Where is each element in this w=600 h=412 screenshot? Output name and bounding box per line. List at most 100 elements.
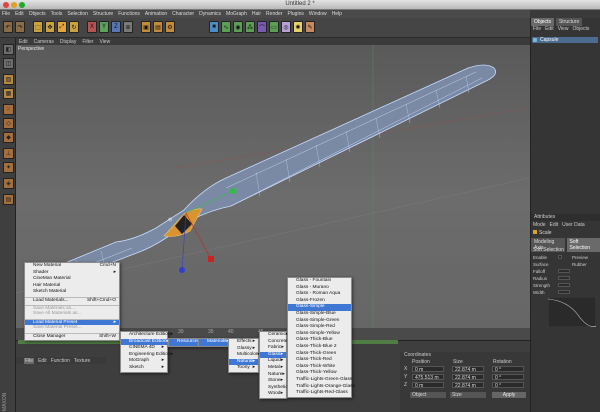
redo-icon[interactable]: ↷	[15, 21, 25, 33]
menu-item[interactable]: Sketch Material	[25, 289, 119, 296]
viewport-menu-edit[interactable]: Edit	[19, 39, 28, 45]
menu-item[interactable]: Load Materials... Shift+Cmd+O	[25, 296, 119, 304]
menu-item[interactable]: MoGraph ▸	[121, 358, 167, 365]
menu-item[interactable]: Ceramic▸	[260, 332, 288, 339]
edges-mode-icon[interactable]: ◇	[3, 118, 14, 129]
model-mode-icon[interactable]: ◫	[3, 58, 14, 69]
menu-item[interactable]: Architecture Edition ▸	[121, 332, 173, 339]
menu-item[interactable]: Fabric ▸	[260, 345, 286, 352]
menu-objects[interactable]: Objects	[29, 11, 46, 17]
menu-item[interactable]: Materials▸	[199, 339, 229, 346]
falloff-dropdown[interactable]	[558, 269, 570, 273]
menu-item[interactable]: Glass - Fountain	[288, 278, 351, 285]
menu-item[interactable]: Glass-Simple-Blue	[288, 311, 351, 318]
render-view-icon[interactable]: ▣	[141, 21, 151, 33]
menu-item[interactable]: Liquid ▸	[260, 358, 286, 365]
menu-item[interactable]: Traffic-Lights-Green-Glass	[288, 377, 352, 384]
capsule-object[interactable]	[29, 64, 497, 293]
menu-item[interactable]: Glass-Thick-Blue 2	[288, 344, 351, 351]
viewport-menu-display[interactable]: Display	[60, 39, 76, 45]
om-menu-edit[interactable]: Edit	[545, 26, 554, 32]
polygons-mode-icon[interactable]: ◆	[3, 132, 14, 143]
menu-item[interactable]: Close Manager Shift+W	[25, 332, 119, 340]
strength-field[interactable]	[558, 283, 570, 287]
array-icon[interactable]: ⁂	[245, 21, 255, 33]
attr-menu-edit[interactable]: Edit	[550, 222, 559, 228]
menu-item[interactable]: CINEMA 4D ▸	[121, 345, 167, 352]
move-icon[interactable]: ✥	[45, 21, 55, 33]
menu-item[interactable]: CineMan Material	[25, 276, 119, 283]
axis-mode-icon[interactable]: ⊥	[3, 148, 14, 159]
menu-structure[interactable]: Structure	[93, 11, 113, 17]
live-selection-icon[interactable]: ⬚	[33, 21, 43, 33]
menu-functions[interactable]: Functions	[118, 11, 140, 17]
menu-item[interactable]: Resources▸	[169, 339, 202, 346]
menu-item[interactable]: Sketch ▸	[121, 365, 167, 372]
menu-item[interactable]: Wood ▸	[260, 391, 286, 398]
coord-rot-field[interactable]: 0 °	[492, 374, 524, 381]
tab-soft-selection[interactable]: Soft Selection	[566, 238, 600, 252]
mm-menu-edit[interactable]: Edit	[38, 358, 47, 364]
deformer-icon[interactable]: ⌒	[257, 21, 267, 33]
z-axis-icon[interactable]: Z	[111, 21, 121, 33]
coordinate-system-icon[interactable]: ⊕	[123, 21, 133, 33]
menu-item[interactable]: Glass - Roman Aqua	[288, 291, 351, 298]
make-editable-icon[interactable]: ◧	[3, 44, 14, 55]
render-picture-viewer-icon[interactable]: ▤	[153, 21, 163, 33]
menu-hair[interactable]: Hair	[252, 11, 261, 17]
radius-field[interactable]	[558, 276, 570, 280]
camera-icon[interactable]: ◎	[281, 21, 291, 33]
viewport-menu-view[interactable]: View	[99, 39, 110, 45]
lock-workplane-icon[interactable]: ▤	[3, 194, 14, 205]
om-menu-objects[interactable]: Objects	[572, 26, 589, 32]
menu-tools[interactable]: Tools	[51, 11, 63, 17]
coord-pos-field[interactable]: 0 m	[412, 382, 444, 389]
attr-menu-user-data[interactable]: User Data	[562, 222, 585, 228]
nurbs-icon[interactable]: ◉	[233, 21, 243, 33]
menu-item[interactable]: Traffic-Lights-Red-Glass	[288, 390, 351, 397]
tweak-mode-icon[interactable]: ✦	[3, 162, 14, 173]
menu-dynamics[interactable]: Dynamics	[199, 11, 221, 17]
coord-rot-field[interactable]: 0 °	[492, 366, 524, 373]
menu-item[interactable]: Glass-Simple	[288, 304, 351, 311]
om-menu-view[interactable]: View	[558, 26, 569, 32]
workplane-icon[interactable]: ▦	[3, 88, 14, 99]
texture-mode-icon[interactable]: ▧	[3, 74, 14, 85]
menu-file[interactable]: File	[2, 11, 10, 17]
mm-menu-file[interactable]: File	[24, 357, 35, 364]
rotate-icon[interactable]: ↻	[69, 21, 79, 33]
coord-pos-field[interactable]: 0 m	[412, 366, 444, 373]
mm-menu-texture[interactable]: Texture	[74, 358, 90, 364]
spline-icon[interactable]: ∿	[221, 21, 231, 33]
coord-size-dropdown[interactable]: Size	[450, 392, 486, 398]
menu-item[interactable]: Effects ▸	[229, 339, 258, 346]
tab-structure[interactable]: Structure	[555, 18, 583, 26]
menu-selection[interactable]: Selection	[67, 11, 88, 17]
falloff-graph[interactable]	[548, 297, 596, 327]
menu-item[interactable]: Glass-Thick-Yellow	[288, 370, 351, 377]
menu-animation[interactable]: Animation	[145, 11, 167, 17]
menu-help[interactable]: Help	[332, 11, 342, 17]
light-icon[interactable]: ✺	[293, 21, 303, 33]
menu-character[interactable]: Character	[172, 11, 194, 17]
snap-icon[interactable]: ◈	[3, 178, 14, 189]
menu-item[interactable]: Glass-Thick-Blue	[288, 337, 351, 344]
menu-render[interactable]: Render	[266, 11, 282, 17]
undo-icon[interactable]: ↶	[3, 21, 13, 33]
mm-menu-function[interactable]: Function	[51, 358, 70, 364]
object-row-capsule[interactable]: Capsule	[532, 37, 598, 43]
menu-edit[interactable]: Edit	[15, 11, 24, 17]
scale-icon[interactable]: ⤢	[57, 21, 67, 33]
points-mode-icon[interactable]: ⁙	[3, 104, 14, 115]
coord-size-field[interactable]: 22.874 m	[452, 374, 484, 381]
apply-button[interactable]: Apply	[492, 392, 526, 398]
floor-icon[interactable]: ▭	[269, 21, 279, 33]
coord-rot-field[interactable]: 0 °	[492, 382, 524, 389]
menu-item[interactable]: Toony ▸	[229, 365, 258, 372]
width-field[interactable]	[558, 290, 570, 294]
enable-checkbox[interactable]	[558, 255, 562, 259]
menu-item[interactable]: Metal ▸	[260, 365, 286, 372]
menu-item[interactable]: Glass-Simple-Red	[288, 324, 351, 331]
menu-item[interactable]: Stone ▸	[260, 378, 286, 385]
menu-plugins[interactable]: Plugins	[287, 11, 303, 17]
